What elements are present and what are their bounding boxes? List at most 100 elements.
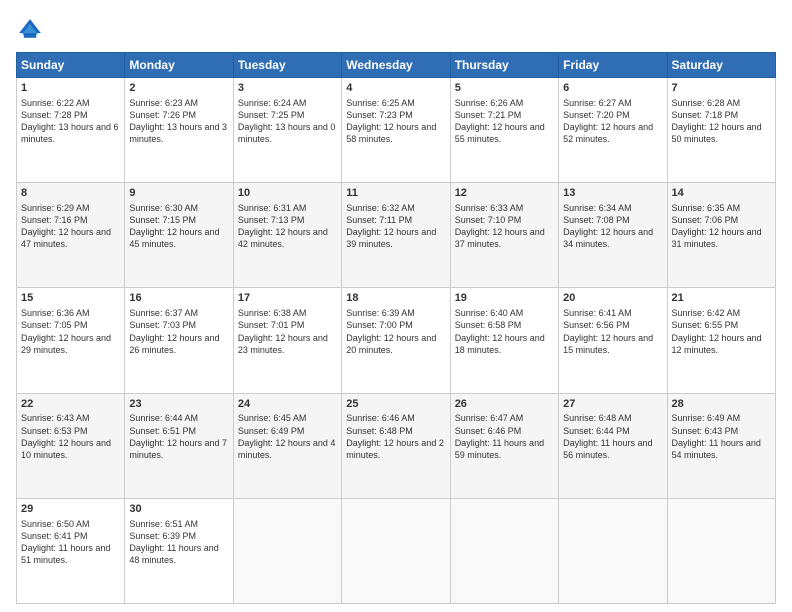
col-monday: Monday (125, 53, 233, 78)
daylight-label: Daylight: 12 hours and 29 minutes. (21, 333, 111, 355)
sunset-label: Sunset: 6:39 PM (129, 531, 196, 541)
daylight-label: Daylight: 12 hours and 42 minutes. (238, 227, 328, 249)
daylight-label: Daylight: 12 hours and 2 minutes. (346, 438, 444, 460)
daylight-label: Daylight: 12 hours and 10 minutes. (21, 438, 111, 460)
sunset-label: Sunset: 7:20 PM (563, 110, 630, 120)
table-row: 16 Sunrise: 6:37 AM Sunset: 7:03 PM Dayl… (125, 288, 233, 393)
daylight-label: Daylight: 12 hours and 4 minutes. (238, 438, 336, 460)
sunrise-label: Sunrise: 6:41 AM (563, 308, 632, 318)
sunset-label: Sunset: 6:44 PM (563, 426, 630, 436)
calendar-week-row: 8 Sunrise: 6:29 AM Sunset: 7:16 PM Dayli… (17, 183, 776, 288)
table-row: 25 Sunrise: 6:46 AM Sunset: 6:48 PM Dayl… (342, 393, 450, 498)
sunset-label: Sunset: 6:53 PM (21, 426, 88, 436)
col-tuesday: Tuesday (233, 53, 341, 78)
day-number: 22 (21, 397, 120, 412)
table-row: 19 Sunrise: 6:40 AM Sunset: 6:58 PM Dayl… (450, 288, 558, 393)
day-number: 18 (346, 291, 445, 306)
sunset-label: Sunset: 6:55 PM (672, 320, 739, 330)
sunset-label: Sunset: 7:10 PM (455, 215, 522, 225)
sunrise-label: Sunrise: 6:26 AM (455, 98, 524, 108)
sunset-label: Sunset: 7:03 PM (129, 320, 196, 330)
table-row: 4 Sunrise: 6:25 AM Sunset: 7:23 PM Dayli… (342, 78, 450, 183)
daylight-label: Daylight: 12 hours and 12 minutes. (672, 333, 762, 355)
sunset-label: Sunset: 6:51 PM (129, 426, 196, 436)
table-row: 26 Sunrise: 6:47 AM Sunset: 6:46 PM Dayl… (450, 393, 558, 498)
day-number: 30 (129, 502, 228, 517)
day-number: 25 (346, 397, 445, 412)
sunrise-label: Sunrise: 6:46 AM (346, 413, 415, 423)
daylight-label: Daylight: 13 hours and 6 minutes. (21, 122, 119, 144)
daylight-label: Daylight: 12 hours and 15 minutes. (563, 333, 653, 355)
table-row: 28 Sunrise: 6:49 AM Sunset: 6:43 PM Dayl… (667, 393, 775, 498)
sunset-label: Sunset: 6:43 PM (672, 426, 739, 436)
day-number: 5 (455, 81, 554, 96)
sunset-label: Sunset: 6:56 PM (563, 320, 630, 330)
day-number: 12 (455, 186, 554, 201)
calendar-week-row: 1 Sunrise: 6:22 AM Sunset: 7:28 PM Dayli… (17, 78, 776, 183)
sunset-label: Sunset: 7:25 PM (238, 110, 305, 120)
sunset-label: Sunset: 7:11 PM (346, 215, 412, 225)
col-sunday: Sunday (17, 53, 125, 78)
sunset-label: Sunset: 7:23 PM (346, 110, 413, 120)
daylight-label: Daylight: 13 hours and 3 minutes. (129, 122, 227, 144)
table-row: 30 Sunrise: 6:51 AM Sunset: 6:39 PM Dayl… (125, 498, 233, 603)
table-row: 29 Sunrise: 6:50 AM Sunset: 6:41 PM Dayl… (17, 498, 125, 603)
day-number: 28 (672, 397, 771, 412)
day-number: 3 (238, 81, 337, 96)
sunset-label: Sunset: 7:18 PM (672, 110, 739, 120)
day-number: 7 (672, 81, 771, 96)
day-number: 13 (563, 186, 662, 201)
day-number: 4 (346, 81, 445, 96)
table-row: 22 Sunrise: 6:43 AM Sunset: 6:53 PM Dayl… (17, 393, 125, 498)
daylight-label: Daylight: 12 hours and 20 minutes. (346, 333, 436, 355)
day-number: 29 (21, 502, 120, 517)
table-row: 13 Sunrise: 6:34 AM Sunset: 7:08 PM Dayl… (559, 183, 667, 288)
sunrise-label: Sunrise: 6:49 AM (672, 413, 741, 423)
sunrise-label: Sunrise: 6:50 AM (21, 519, 90, 529)
sunset-label: Sunset: 7:06 PM (672, 215, 739, 225)
daylight-label: Daylight: 12 hours and 23 minutes. (238, 333, 328, 355)
daylight-label: Daylight: 12 hours and 50 minutes. (672, 122, 762, 144)
day-number: 20 (563, 291, 662, 306)
table-row: 10 Sunrise: 6:31 AM Sunset: 7:13 PM Dayl… (233, 183, 341, 288)
table-row: 6 Sunrise: 6:27 AM Sunset: 7:20 PM Dayli… (559, 78, 667, 183)
table-row: 17 Sunrise: 6:38 AM Sunset: 7:01 PM Dayl… (233, 288, 341, 393)
table-row: 15 Sunrise: 6:36 AM Sunset: 7:05 PM Dayl… (17, 288, 125, 393)
sunset-label: Sunset: 7:28 PM (21, 110, 88, 120)
day-number: 27 (563, 397, 662, 412)
day-number: 8 (21, 186, 120, 201)
table-row: 12 Sunrise: 6:33 AM Sunset: 7:10 PM Dayl… (450, 183, 558, 288)
table-row: 11 Sunrise: 6:32 AM Sunset: 7:11 PM Dayl… (342, 183, 450, 288)
sunset-label: Sunset: 7:00 PM (346, 320, 413, 330)
sunrise-label: Sunrise: 6:33 AM (455, 203, 524, 213)
logo (16, 16, 48, 44)
daylight-label: Daylight: 12 hours and 45 minutes. (129, 227, 219, 249)
daylight-label: Daylight: 11 hours and 54 minutes. (672, 438, 761, 460)
sunrise-label: Sunrise: 6:30 AM (129, 203, 198, 213)
daylight-label: Daylight: 12 hours and 37 minutes. (455, 227, 545, 249)
calendar-table: Sunday Monday Tuesday Wednesday Thursday… (16, 52, 776, 604)
day-number: 15 (21, 291, 120, 306)
table-row: 2 Sunrise: 6:23 AM Sunset: 7:26 PM Dayli… (125, 78, 233, 183)
day-number: 11 (346, 186, 445, 201)
table-row: 23 Sunrise: 6:44 AM Sunset: 6:51 PM Dayl… (125, 393, 233, 498)
day-number: 19 (455, 291, 554, 306)
sunset-label: Sunset: 6:46 PM (455, 426, 522, 436)
sunrise-label: Sunrise: 6:42 AM (672, 308, 741, 318)
table-row: 20 Sunrise: 6:41 AM Sunset: 6:56 PM Dayl… (559, 288, 667, 393)
table-row (233, 498, 341, 603)
daylight-label: Daylight: 12 hours and 58 minutes. (346, 122, 436, 144)
sunrise-label: Sunrise: 6:38 AM (238, 308, 307, 318)
sunrise-label: Sunrise: 6:48 AM (563, 413, 632, 423)
table-row: 5 Sunrise: 6:26 AM Sunset: 7:21 PM Dayli… (450, 78, 558, 183)
day-number: 23 (129, 397, 228, 412)
day-number: 6 (563, 81, 662, 96)
day-number: 21 (672, 291, 771, 306)
sunrise-label: Sunrise: 6:37 AM (129, 308, 198, 318)
sunset-label: Sunset: 7:21 PM (455, 110, 522, 120)
sunset-label: Sunset: 6:48 PM (346, 426, 413, 436)
table-row: 1 Sunrise: 6:22 AM Sunset: 7:28 PM Dayli… (17, 78, 125, 183)
daylight-label: Daylight: 12 hours and 52 minutes. (563, 122, 653, 144)
daylight-label: Daylight: 11 hours and 48 minutes. (129, 543, 218, 565)
table-row: 9 Sunrise: 6:30 AM Sunset: 7:15 PM Dayli… (125, 183, 233, 288)
